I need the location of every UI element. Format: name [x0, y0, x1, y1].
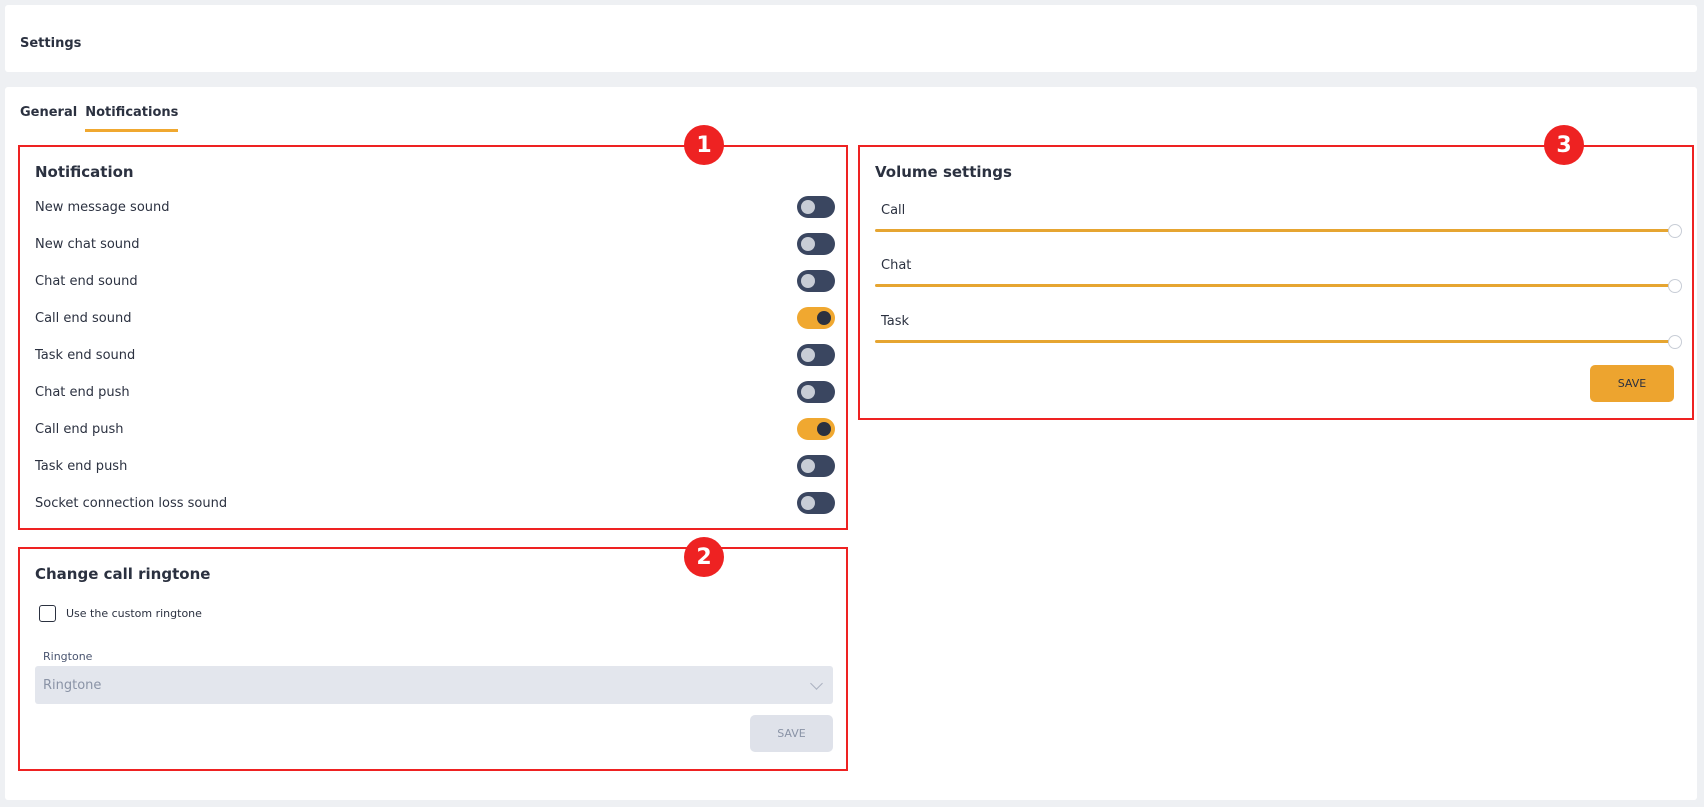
notification-row: Chat end sound — [35, 269, 835, 293]
custom-ringtone-option: Use the custom ringtone — [39, 605, 202, 622]
new-chat-sound-toggle[interactable] — [797, 233, 835, 255]
slider-track — [875, 229, 1675, 232]
notification-row: Call end sound — [35, 306, 835, 330]
chat-end-sound-toggle[interactable] — [797, 270, 835, 292]
toggle-knob — [801, 237, 815, 251]
notification-label: Task end sound — [35, 347, 136, 363]
task-volume-label: Task — [881, 314, 910, 329]
toggle-knob — [801, 385, 815, 399]
notification-row: Socket connection loss sound — [35, 491, 835, 515]
slider-track — [875, 340, 1675, 343]
volume-section-title: Volume settings — [875, 163, 1012, 181]
toggle-knob — [817, 422, 831, 436]
page-title: Settings — [20, 36, 82, 51]
task-volume-slider[interactable] — [875, 335, 1682, 349]
notification-label: Task end push — [35, 458, 128, 474]
section-number-badge-3: 3 — [1544, 125, 1584, 165]
slider-track — [875, 284, 1675, 287]
volume-save-button[interactable]: SAVE — [1590, 365, 1674, 402]
toggle-knob — [801, 200, 815, 214]
notification-section: 1 Notification New message sound New cha… — [18, 125, 848, 530]
notification-label: Call end push — [35, 421, 124, 437]
notification-label: Chat end sound — [35, 273, 138, 289]
notification-label: New chat sound — [35, 236, 140, 252]
toggle-knob — [817, 311, 831, 325]
chat-volume-label: Chat — [881, 258, 912, 273]
call-volume-slider[interactable] — [875, 224, 1682, 238]
custom-ringtone-label: Use the custom ringtone — [66, 607, 202, 620]
new-message-sound-toggle[interactable] — [797, 196, 835, 218]
chat-end-push-toggle[interactable] — [797, 381, 835, 403]
notification-row: Task end sound — [35, 343, 835, 367]
settings-panel: General Notifications 1 Notification New… — [5, 87, 1697, 800]
custom-ringtone-checkbox[interactable] — [39, 605, 56, 622]
ringtone-select-placeholder: Ringtone — [43, 677, 102, 693]
call-end-sound-toggle[interactable] — [797, 307, 835, 329]
ringtone-save-button[interactable]: SAVE — [750, 715, 833, 752]
notification-label: Socket connection loss sound — [35, 495, 228, 511]
notification-row: New chat sound — [35, 232, 835, 256]
task-end-push-toggle[interactable] — [797, 455, 835, 477]
ringtone-section-title: Change call ringtone — [35, 565, 211, 583]
section-number-badge-1: 1 — [684, 125, 724, 165]
section-number-badge-2: 2 — [684, 537, 724, 577]
call-end-push-toggle[interactable] — [797, 418, 835, 440]
notification-row: Task end push — [35, 454, 835, 478]
ringtone-select[interactable]: Ringtone — [35, 666, 833, 704]
tab-bar: General Notifications — [20, 105, 179, 132]
socket-connection-loss-sound-toggle[interactable] — [797, 492, 835, 514]
tab-general[interactable]: General — [20, 105, 77, 132]
task-end-sound-toggle[interactable] — [797, 344, 835, 366]
volume-section: 3 Volume settings Call Chat Task SAVE — [858, 125, 1694, 420]
toggle-knob — [801, 459, 815, 473]
toggle-knob — [801, 496, 815, 510]
tab-notifications[interactable]: Notifications — [85, 105, 179, 132]
chat-volume-slider[interactable] — [875, 279, 1682, 293]
chevron-down-icon — [810, 677, 823, 690]
slider-thumb[interactable] — [1668, 279, 1682, 293]
notification-row: New message sound — [35, 195, 835, 219]
ringtone-section: 2 Change call ringtone Use the custom ri… — [18, 537, 848, 771]
call-volume-label: Call — [881, 203, 906, 218]
notification-section-title: Notification — [35, 163, 134, 181]
page-header: Settings — [5, 5, 1697, 72]
notification-row: Chat end push — [35, 380, 835, 404]
notification-label: Call end sound — [35, 310, 132, 326]
toggle-knob — [801, 274, 815, 288]
slider-thumb[interactable] — [1668, 224, 1682, 238]
notification-row: Call end push — [35, 417, 835, 441]
toggle-knob — [801, 348, 815, 362]
notification-label: New message sound — [35, 199, 170, 215]
ringtone-field-label: Ringtone — [43, 650, 93, 663]
slider-thumb[interactable] — [1668, 335, 1682, 349]
notification-label: Chat end push — [35, 384, 130, 400]
